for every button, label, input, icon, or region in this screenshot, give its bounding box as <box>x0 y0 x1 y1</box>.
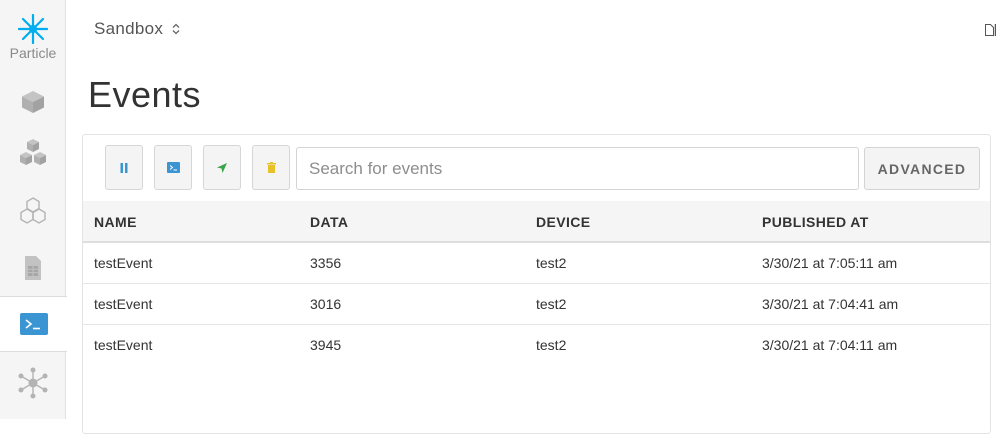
particle-logo[interactable]: Particle <box>0 14 66 68</box>
event-device[interactable]: test2 <box>536 296 566 312</box>
publish-event-button[interactable] <box>203 145 241 190</box>
pause-button[interactable] <box>105 145 143 190</box>
table-row[interactable]: testEvent 3945 test2 3/30/21 at 7:04:11 … <box>83 325 990 366</box>
column-header-data[interactable]: DATA <box>310 214 348 230</box>
terminal-icon <box>166 162 180 173</box>
table-header: NAME DATA DEVICE PUBLISHED AT <box>83 201 990 243</box>
event-name: testEvent <box>94 296 153 312</box>
sidebar-item-sims[interactable] <box>0 240 66 296</box>
sidebar-item-devices[interactable] <box>0 74 66 130</box>
event-data: 3945 <box>310 337 342 353</box>
hexagons-icon <box>20 197 46 224</box>
console-button[interactable] <box>154 145 192 190</box>
sidebar-item-integrations[interactable] <box>0 355 66 411</box>
event-name: testEvent <box>94 255 153 271</box>
search-input[interactable] <box>296 147 859 190</box>
main-content: Sandbox Events ADVANCED NAME <box>66 0 1000 434</box>
document-icon[interactable] <box>984 24 996 36</box>
org-name: Sandbox <box>94 19 164 38</box>
brand-name: Particle <box>9 45 57 61</box>
event-data: 3016 <box>310 296 342 312</box>
network-icon <box>18 367 48 399</box>
event-published-at: 3/30/21 at 7:04:41 am <box>762 296 899 312</box>
send-icon <box>217 162 227 173</box>
event-published-at: 3/30/21 at 7:04:11 am <box>762 337 898 353</box>
terminal-icon <box>19 313 48 335</box>
event-name: testEvent <box>94 337 153 353</box>
pause-icon <box>120 162 128 173</box>
particle-star-icon <box>18 14 48 44</box>
cube-icon <box>22 91 44 113</box>
event-data: 3356 <box>310 255 342 271</box>
chevron-updown-icon <box>172 23 180 35</box>
event-published-at: 3/30/21 at 7:05:11 am <box>762 255 898 271</box>
column-header-published-at[interactable]: PUBLISHED AT <box>762 214 869 230</box>
advanced-button[interactable]: ADVANCED <box>864 147 980 190</box>
column-header-device[interactable]: DEVICE <box>536 214 591 230</box>
events-panel: ADVANCED NAME DATA DEVICE PUBLISHED AT t… <box>82 134 991 434</box>
table-row[interactable]: testEvent 3356 test2 3/30/21 at 7:05:11 … <box>83 243 990 284</box>
events-toolbar: ADVANCED <box>83 135 990 201</box>
cubes-icon <box>20 139 46 165</box>
clear-events-button[interactable] <box>252 145 290 190</box>
page-title: Events <box>88 74 202 115</box>
sim-card-icon <box>25 256 41 280</box>
org-switcher[interactable]: Sandbox <box>94 19 180 39</box>
event-device[interactable]: test2 <box>536 255 566 271</box>
sidebar-item-networks[interactable] <box>0 184 66 240</box>
table-row[interactable]: testEvent 3016 test2 3/30/21 at 7:04:41 … <box>83 284 990 325</box>
sidebar-item-products[interactable] <box>0 126 66 182</box>
column-header-name[interactable]: NAME <box>94 214 137 230</box>
sidebar: Particle <box>0 0 67 419</box>
sidebar-item-events[interactable] <box>0 296 67 352</box>
trash-icon <box>266 162 276 173</box>
event-device[interactable]: test2 <box>536 337 566 353</box>
